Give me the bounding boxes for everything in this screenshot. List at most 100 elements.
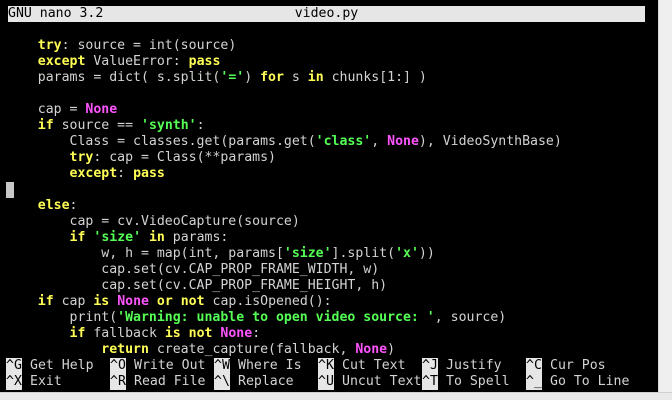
- code-line[interactable]: except ValueError: pass: [6, 54, 562, 70]
- code-line[interactable]: cap = cv.VideoCapture(source): [6, 214, 562, 230]
- code-line[interactable]: try: cap = Class(**params): [6, 150, 562, 166]
- code-text: cap.set(cv.CAP_PROP_FRAME_WIDTH, w): [6, 262, 380, 277]
- code-line[interactable]: if cap is None or not cap.isOpened():: [6, 294, 562, 310]
- code-line[interactable]: [6, 182, 562, 198]
- shortcut-label: Cut Text: [342, 358, 406, 373]
- shortcut-label: Cur Pos: [550, 358, 606, 373]
- code-line[interactable]: if source == 'synth':: [6, 118, 562, 134]
- code-string: 'synth': [141, 118, 197, 133]
- code-string: 'x': [395, 246, 419, 261]
- code-text: :: [196, 118, 205, 133]
- code-builtin: None: [85, 102, 118, 117]
- code-keyword: is: [93, 294, 110, 309]
- shortcut-label: Where Is: [238, 358, 302, 373]
- code-keyword: except: [69, 166, 118, 181]
- code-keyword: try: [69, 150, 94, 165]
- code-string: '=': [220, 70, 245, 85]
- code-text: , source): [434, 310, 507, 325]
- code-keyword: return: [101, 342, 149, 357]
- code-text: )): [418, 246, 435, 261]
- code-text: Class = classes.get(params.get(: [6, 134, 316, 149]
- shortcut-key: ^\: [214, 374, 230, 390]
- code-line[interactable]: if 'size' in params:: [6, 230, 562, 246]
- code-line[interactable]: params = dict( s.split('=') for s in chu…: [6, 70, 562, 86]
- code-string: 'size': [93, 230, 142, 245]
- code-text: cap.isOpened():: [204, 294, 332, 309]
- code-keyword: if: [37, 294, 54, 309]
- code-builtin: None: [355, 342, 388, 357]
- code-text: ,: [371, 134, 388, 149]
- shortcut-label: Exit: [30, 374, 62, 389]
- code-line[interactable]: else:: [6, 198, 562, 214]
- code-line[interactable]: except: pass: [6, 166, 562, 182]
- code-line[interactable]: cap.set(cv.CAP_PROP_FRAME_WIDTH, w): [6, 262, 562, 278]
- file-name: video.py: [294, 6, 359, 21]
- code-text: cap.set(cv.CAP_PROP_FRAME_HEIGHT, h): [6, 278, 388, 293]
- shortcut-key: ^O: [110, 358, 126, 374]
- code-text: create_capture(fallback,: [148, 342, 356, 357]
- code-builtin: None: [387, 134, 419, 149]
- code-keyword: or not: [156, 294, 205, 309]
- window-bottom-edge: [0, 392, 672, 400]
- shortcut-label: Write Out: [134, 358, 206, 373]
- code-line[interactable]: Class = classes.get(params.get('class', …: [6, 134, 562, 150]
- code-line[interactable]: [6, 86, 562, 102]
- code-text: ValueError:: [85, 54, 189, 69]
- code-line[interactable]: cap = None: [6, 102, 562, 118]
- code-line[interactable]: w, h = map(int, params['size'].split('x'…: [6, 246, 562, 262]
- code-text: fallback: [85, 326, 165, 341]
- code-keyword: pass: [133, 166, 165, 181]
- code-string: 'size': [283, 246, 332, 261]
- shortcut-key: ^K: [318, 358, 334, 374]
- code-line[interactable]: try: source = int(source): [6, 38, 562, 54]
- shortcut-label: Read File: [134, 374, 206, 389]
- code-text: ].split(: [331, 246, 396, 261]
- shortcut-key: ^J: [422, 358, 438, 374]
- code-text: :: [69, 198, 78, 213]
- code-text: :: [117, 166, 134, 181]
- code-text: cap: [53, 294, 94, 309]
- code-line[interactable]: return create_capture(fallback, None): [6, 342, 562, 358]
- code-keyword: if: [37, 118, 54, 133]
- code-keyword: pass: [188, 54, 221, 69]
- shortcut-label: Uncut Text: [342, 374, 422, 389]
- code-text: ), VideoSynthBase): [418, 134, 562, 149]
- terminal-window[interactable]: GNU nano 3.2 video.py try: source = int(…: [0, 0, 658, 392]
- shortcut-key: ^R: [110, 374, 126, 390]
- code-keyword: for: [260, 70, 284, 85]
- code-line[interactable]: print('Warning: unable to open video sou…: [6, 310, 562, 326]
- code-text: chunks[1:] ): [323, 70, 427, 85]
- code-editor[interactable]: try: source = int(source) except ValueEr…: [6, 38, 562, 358]
- text-cursor: [6, 182, 14, 198]
- vertical-scrollbar[interactable]: [658, 0, 672, 392]
- code-keyword: is not: [164, 326, 213, 341]
- code-text: print(: [6, 310, 118, 325]
- code-text: : cap = Class(**params): [93, 150, 276, 165]
- code-keyword: except: [37, 54, 86, 69]
- code-line[interactable]: cap.set(cv.CAP_PROP_FRAME_HEIGHT, h): [6, 278, 562, 294]
- code-builtin: None: [220, 326, 253, 341]
- shortcut-key: ^C: [526, 358, 542, 374]
- shortcut-bar: ^G Get Help ^O Write Out ^W Where Is ^K Cut Tex…: [6, 358, 652, 390]
- code-text: source ==: [53, 118, 141, 133]
- code-string: 'class': [315, 134, 372, 149]
- shortcut-label: Justify: [446, 358, 502, 373]
- shortcut-label: Replace: [238, 374, 294, 389]
- code-keyword: try: [37, 38, 62, 53]
- code-keyword: in: [148, 230, 165, 245]
- code-line[interactable]: if fallback is not None:: [6, 326, 562, 342]
- shortcut-key: ^_: [526, 374, 542, 390]
- shortcut-key: ^G: [6, 358, 22, 374]
- code-text: w, h = map(int, params[: [6, 246, 284, 261]
- code-text: :: [252, 326, 261, 341]
